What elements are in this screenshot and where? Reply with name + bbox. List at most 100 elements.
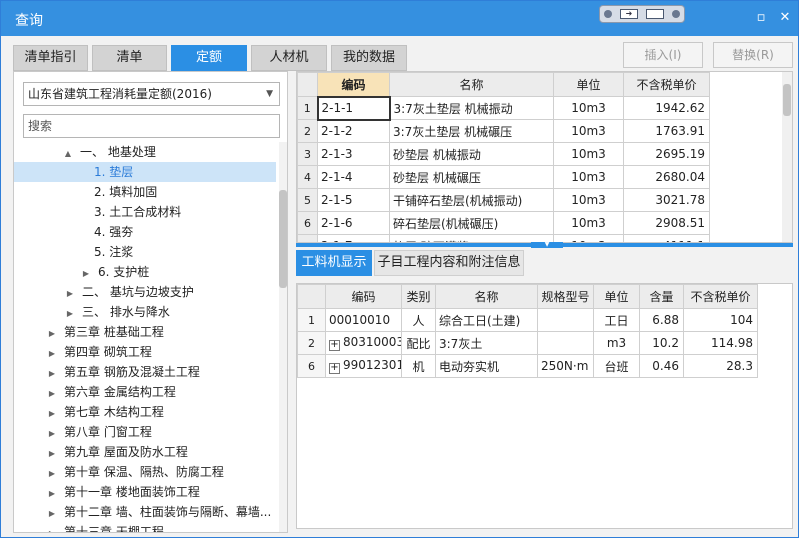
column-header-name[interactable]: 名称	[389, 72, 554, 97]
cell-price[interactable]: 2695.19	[623, 142, 710, 166]
cell-code[interactable]: 00010010	[325, 308, 402, 332]
expand-icon[interactable]: ▶	[46, 344, 58, 364]
expand-icon[interactable]: ▶	[46, 424, 58, 444]
cell-price[interactable]: 104	[683, 308, 758, 332]
quota-grid-scrollbar-thumb[interactable]	[783, 84, 791, 116]
expand-icon[interactable]: ▶	[46, 524, 58, 532]
cell-unit[interactable]: 10m3	[553, 165, 624, 189]
cell-unit[interactable]: 10m3	[553, 96, 624, 120]
table-row[interactable]: 1 2-1-1 3:7灰土垫层 机械振动 10m3 1942.62	[297, 95, 710, 121]
column-header-code[interactable]: 编码	[317, 72, 390, 97]
cell-code[interactable]: +990123010	[325, 354, 402, 378]
tree-item[interactable]: ▶ 第四章 砌筑工程	[14, 342, 276, 362]
tree-item[interactable]: ▶ 第八章 门窗工程	[14, 422, 276, 442]
expand-icon[interactable]: ▶	[46, 364, 58, 384]
cell-price[interactable]: 2908.51	[623, 211, 710, 235]
tree-item[interactable]: ▶ 第十三章 天棚工程	[14, 522, 276, 532]
cell-code[interactable]: 2-1-2	[317, 119, 390, 143]
search-input[interactable]: 搜索	[23, 114, 280, 138]
cell-name[interactable]: 3:7灰土垫层 机械振动	[389, 96, 554, 120]
cell-price[interactable]: 2680.04	[623, 165, 710, 189]
tab-bill[interactable]: 清单	[92, 45, 167, 71]
cell-name[interactable]: 干铺碎石垫层(机械振动)	[389, 188, 554, 212]
cell-type[interactable]: 人	[401, 308, 436, 332]
cell-price[interactable]: 28.3	[683, 354, 758, 378]
tree-item[interactable]: ▲ 一、 地基处理	[14, 142, 276, 162]
tree-item[interactable]: 5. 注浆	[14, 242, 276, 262]
table-row[interactable]: 6 2-1-6 碎石垫层(机械碾压) 10m3 2908.51	[297, 211, 710, 235]
cell-price[interactable]: 4111.1	[623, 234, 710, 242]
expand-plus-icon[interactable]: +	[329, 340, 340, 351]
tree-item[interactable]: 4. 强夯	[14, 222, 276, 242]
tree-item[interactable]: ▶ 二、 基坑与边坡支护	[14, 282, 276, 302]
tab-labor-material-machine[interactable]: 人材机	[251, 45, 327, 71]
tab-resource-display[interactable]: 工料机显示	[296, 250, 372, 276]
column-header-price[interactable]: 不含税单价	[623, 72, 710, 97]
cell-code[interactable]: 2-1-1	[316, 95, 391, 121]
tree-item[interactable]: 2. 填料加固	[14, 182, 276, 202]
cell-code[interactable]: +80310003	[325, 331, 402, 355]
cell-name[interactable]: 3:7灰土垫层 机械碾压	[389, 119, 554, 143]
cell-code[interactable]: 2-1-5	[317, 188, 390, 212]
expand-icon[interactable]: ▶	[46, 464, 58, 484]
panel-icon[interactable]	[646, 9, 664, 19]
expand-icon[interactable]: ▶	[46, 404, 58, 424]
cell-unit[interactable]: 工日	[593, 308, 640, 332]
cell-name[interactable]: 垫层 碎石灌浆	[389, 234, 554, 242]
expand-plus-icon[interactable]: +	[329, 363, 340, 374]
cell-code[interactable]: 2-1-6	[317, 211, 390, 235]
pin-icon[interactable]	[604, 10, 612, 18]
expand-icon[interactable]: ▶	[64, 284, 76, 304]
column-header-code[interactable]: 编码	[325, 284, 402, 309]
cell-unit[interactable]: 10m3	[553, 234, 624, 242]
tree-item[interactable]: ▶ 第五章 钢筋及混凝土工程	[14, 362, 276, 382]
table-row[interactable]: 2 2-1-2 3:7灰土垫层 机械碾压 10m3 1763.91	[297, 119, 710, 143]
table-row[interactable]: 6+990123010机电动夯实机250N·m台班0.4628.3	[297, 354, 758, 378]
column-header-unit[interactable]: 单位	[553, 72, 624, 97]
cell-quantity[interactable]: 0.46	[639, 354, 684, 378]
cell-quantity[interactable]: 10.2	[639, 331, 684, 355]
tab-my-data[interactable]: 我的数据	[331, 45, 407, 71]
expand-icon[interactable]: ▶	[46, 484, 58, 504]
window-tool-group[interactable]: ➜	[599, 5, 685, 23]
expand-icon[interactable]: ▶	[64, 304, 76, 324]
swap-arrow-icon[interactable]: ➜	[620, 9, 638, 19]
tab-quota[interactable]: 定额	[171, 45, 247, 71]
tree-item[interactable]: 1. 垫层	[14, 162, 276, 182]
table-row[interactable]: 2 +80310003 配比 3:7灰土 m3 10.2 114.98	[297, 331, 758, 355]
tree-item[interactable]: ▶ 第十一章 楼地面装饰工程	[14, 482, 276, 502]
cell-unit[interactable]: 10m3	[553, 142, 624, 166]
cell-unit[interactable]: 10m3	[553, 188, 624, 212]
quota-library-select[interactable]: 山东省建筑工程消耗量定额(2016) ▼	[23, 82, 280, 106]
cell-name[interactable]: 综合工日(土建)	[435, 308, 538, 332]
expand-icon[interactable]: ▶	[46, 324, 58, 344]
cell-price[interactable]: 114.98	[683, 331, 758, 355]
panel-splitter[interactable]: ▼	[296, 242, 793, 248]
cell-price[interactable]: 1763.91	[623, 119, 710, 143]
chevron-down-icon[interactable]: ▼	[266, 83, 273, 105]
column-header-unit[interactable]: 单位	[593, 284, 640, 309]
cell-spec[interactable]	[537, 331, 594, 355]
close-icon[interactable]: ✕	[777, 10, 793, 26]
expand-icon[interactable]: ▶	[46, 384, 58, 404]
cell-code[interactable]: 2-1-3	[317, 142, 390, 166]
cell-spec[interactable]: 250N·m	[537, 354, 594, 378]
expand-icon[interactable]: ▶	[80, 264, 92, 284]
column-header-price[interactable]: 不含税单价	[683, 284, 758, 309]
tree-item[interactable]: ▶ 第十章 保温、隔热、防腐工程	[14, 462, 276, 482]
table-row[interactable]: 4 2-1-4 砂垫层 机械碾压 10m3 2680.04	[297, 165, 710, 189]
expand-icon[interactable]: ▶	[46, 504, 58, 524]
tree-item[interactable]: ▶ 6. 支护桩	[14, 262, 276, 282]
cell-code[interactable]: 2-1-4	[317, 165, 390, 189]
cell-name[interactable]: 砂垫层 机械振动	[389, 142, 554, 166]
column-header-name[interactable]: 名称	[435, 284, 538, 309]
cell-quantity[interactable]: 6.88	[639, 308, 684, 332]
tree-item[interactable]: ▶ 三、 排水与降水	[14, 302, 276, 322]
tree-item[interactable]: 3. 土工合成材料	[14, 202, 276, 222]
splitter-collapse-icon[interactable]: ▼	[531, 242, 563, 248]
tree-item[interactable]: ▶ 第六章 金属结构工程	[14, 382, 276, 402]
tree-scrollbar-thumb[interactable]	[279, 190, 287, 288]
cell-unit[interactable]: m3	[593, 331, 640, 355]
collapse-icon[interactable]: ▲	[62, 144, 74, 164]
table-row[interactable]: 1 00010010 人综合工日(土建) 工日 6.88 104	[297, 308, 758, 332]
